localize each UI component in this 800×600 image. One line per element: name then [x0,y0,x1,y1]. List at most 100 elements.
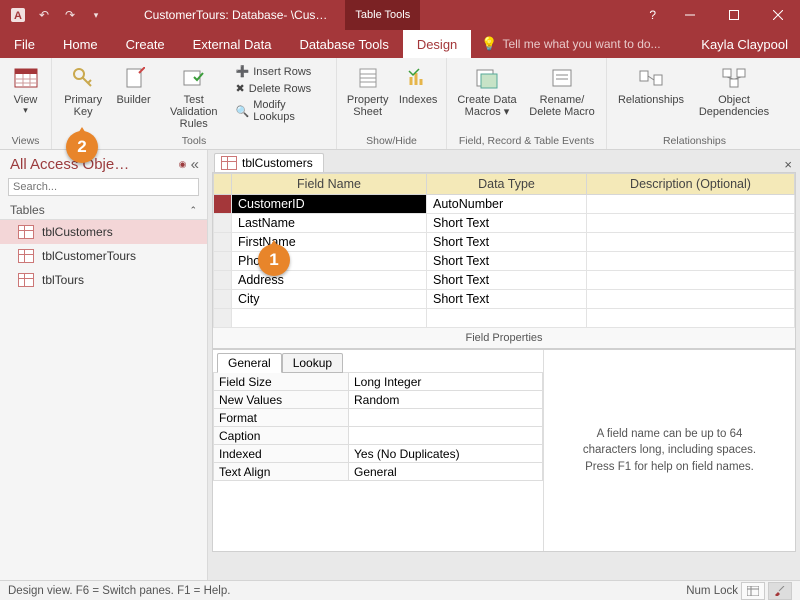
data-type-cell[interactable]: Short Text [427,214,587,233]
table-icon [18,249,34,263]
field-name-cell[interactable]: LastName [232,214,427,233]
row-selector[interactable] [214,271,232,290]
status-bar: Design view. F6 = Switch panes. F1 = Hel… [0,580,800,600]
prop-row[interactable]: Caption [214,427,543,445]
document-tab-tblcustomers[interactable]: tblCustomers [214,153,324,172]
primary-key-button[interactable]: Primary Key [58,62,108,120]
prop-row[interactable]: IndexedYes (No Duplicates) [214,445,543,463]
col-field-name[interactable]: Field Name [232,174,427,195]
table-row[interactable]: CityShort Text [214,290,795,309]
nav-title[interactable]: All Access Obje… [10,156,129,173]
section-collapse-icon[interactable]: ⌃ [189,205,197,216]
row-selector[interactable] [214,290,232,309]
prop-row[interactable]: Text AlignGeneral [214,463,543,481]
nav-collapse-icon[interactable]: « [191,156,199,173]
description-cell[interactable] [587,233,795,252]
table-row[interactable]: CustomerIDAutoNumber [214,195,795,214]
description-cell[interactable] [587,252,795,271]
nav-item-tblcustomertours[interactable]: tblCustomerTours [0,244,207,268]
rename-delete-macro-button[interactable]: Rename/ Delete Macro [525,62,599,120]
nav-section-tables[interactable]: Tables [10,203,45,217]
row-selector[interactable] [214,252,232,271]
callout-2: 2 [66,131,98,163]
field-name-cell[interactable] [232,309,427,328]
redo-icon[interactable]: ↷ [62,7,78,23]
row-selector[interactable] [214,233,232,252]
tab-database-tools[interactable]: Database Tools [285,30,402,58]
tab-external-data[interactable]: External Data [179,30,286,58]
col-data-type[interactable]: Data Type [427,174,587,195]
field-name-cell[interactable]: CustomerID [232,195,427,214]
description-cell[interactable] [587,195,795,214]
title-bar: A ↶ ↷ ▾ CustomerTours: Database- \Cus… T… [0,0,800,30]
ribbon-tabs: File Home Create External Data Database … [0,30,800,58]
tab-home[interactable]: Home [49,30,112,58]
tab-create[interactable]: Create [112,30,179,58]
modify-lookups-button[interactable]: 🔍Modify Lookups [233,98,330,124]
document-close-button[interactable]: × [776,157,800,172]
props-tab-lookup[interactable]: Lookup [282,353,343,373]
tab-file[interactable]: File [0,30,49,58]
table-row[interactable]: PhoneShort Text [214,252,795,271]
data-type-cell[interactable]: Short Text [427,233,587,252]
field-name-cell[interactable]: City [232,290,427,309]
nav-dropdown-icon[interactable]: ◉ [179,159,187,170]
app-icon: A [10,7,26,23]
view-design-button[interactable] [768,582,792,600]
callout-1: 1 [258,244,290,276]
data-type-cell[interactable] [427,309,587,328]
signed-in-user[interactable]: Kayla Claypool [689,37,800,52]
window-title: CustomerTours: Database- \Cus… [114,8,327,22]
prop-row[interactable]: Field SizeLong Integer [214,373,543,391]
delete-rows-button[interactable]: ✖Delete Rows [233,81,330,96]
quick-access-toolbar: A ↶ ↷ ▾ [0,7,114,23]
col-description[interactable]: Description (Optional) [587,174,795,195]
row-selector[interactable] [214,309,232,328]
props-tab-general[interactable]: General [217,353,282,373]
description-cell[interactable] [587,271,795,290]
relationships-button[interactable]: Relationships [613,62,689,108]
lookup-icon: 🔍 [236,105,250,118]
help-button[interactable]: ? [637,8,668,22]
close-button[interactable] [756,0,800,30]
tab-design[interactable]: Design [403,30,471,58]
undo-icon[interactable]: ↶ [36,7,52,23]
field-name-cell[interactable]: Address [232,271,427,290]
nav-item-tblcustomers[interactable]: tblCustomers [0,220,207,244]
view-datasheet-button[interactable] [741,582,765,600]
description-cell[interactable] [587,290,795,309]
table-row[interactable]: FirstNameShort Text [214,233,795,252]
property-sheet-button[interactable]: Property Sheet [343,62,392,120]
indexes-button[interactable]: Indexes [396,62,440,108]
qat-dropdown-icon[interactable]: ▾ [88,7,104,23]
table-row[interactable] [214,309,795,328]
row-selector[interactable] [214,195,232,214]
description-cell[interactable] [587,214,795,233]
view-button[interactable]: View ▾ [6,62,45,118]
minimize-button[interactable] [668,0,712,30]
field-name-cell[interactable]: FirstName [232,233,427,252]
data-type-cell[interactable]: Short Text [427,271,587,290]
contextual-tab-label: Table Tools [345,0,420,30]
prop-row[interactable]: Format [214,409,543,427]
object-dependencies-button[interactable]: Object Dependencies [693,62,775,120]
nav-search-input[interactable] [8,178,199,196]
create-data-macros-button[interactable]: Create Data Macros ▾ [453,62,521,120]
data-type-cell[interactable]: AutoNumber [427,195,587,214]
tell-me-search[interactable]: 💡 Tell me what you want to do... [471,36,660,52]
field-properties-header: Field Properties [213,328,795,348]
data-type-cell[interactable]: Short Text [427,252,587,271]
insert-rows-button[interactable]: ➕Insert Rows [233,64,330,79]
maximize-button[interactable] [712,0,756,30]
select-all-cell[interactable] [214,174,232,195]
builder-button[interactable]: Builder [112,62,155,108]
table-row[interactable]: LastNameShort Text [214,214,795,233]
nav-item-tbltours[interactable]: tblTours [0,268,207,292]
description-cell[interactable] [587,309,795,328]
lightbulb-icon: 💡 [481,36,497,52]
row-selector[interactable] [214,214,232,233]
table-row[interactable]: AddressShort Text [214,271,795,290]
data-type-cell[interactable]: Short Text [427,290,587,309]
test-validation-button[interactable]: Test Validation Rules [159,62,229,132]
prop-row[interactable]: New ValuesRandom [214,391,543,409]
